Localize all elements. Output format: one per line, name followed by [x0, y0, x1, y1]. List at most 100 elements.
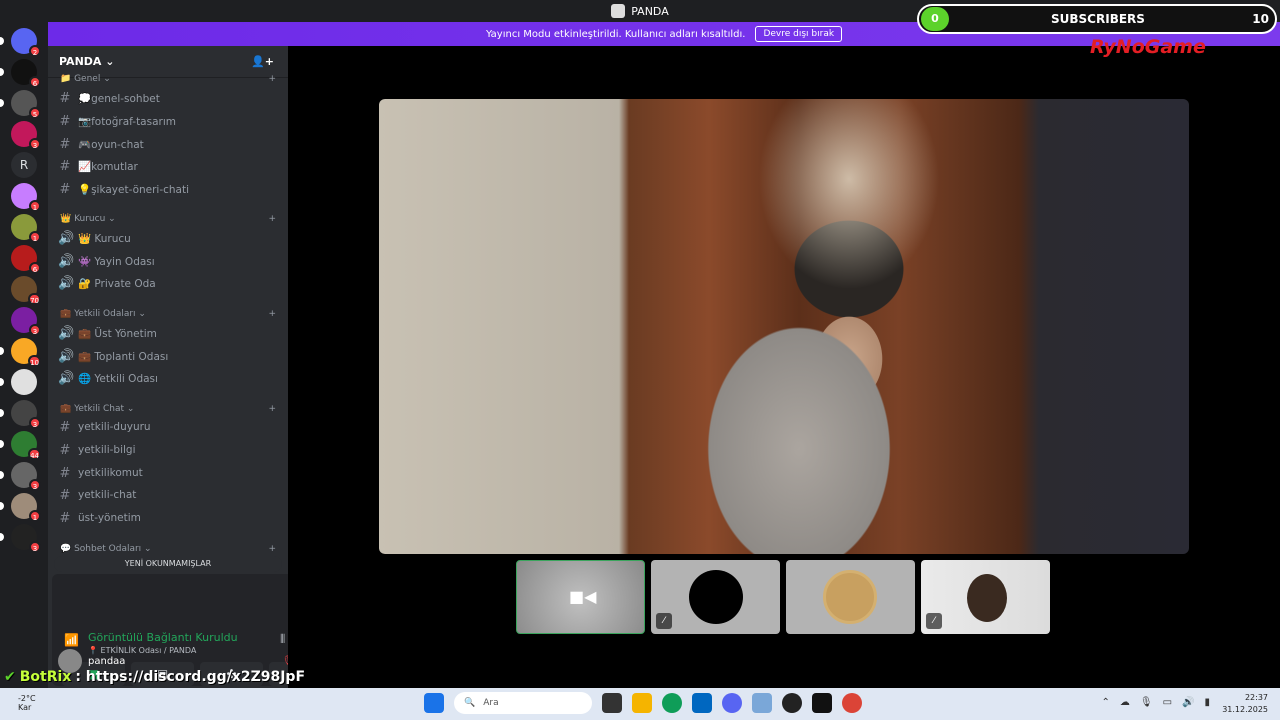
channel-item[interactable]: # 📈komutlar: [58, 156, 280, 176]
taskbar-apps: 🔍 Ara: [424, 692, 862, 714]
channel-item[interactable]: # yetkili-duyuru: [58, 417, 280, 437]
start-icon[interactable]: [424, 693, 444, 713]
category-genel[interactable]: 📁 Genel ⌄ +: [60, 74, 276, 84]
microphone-icon[interactable]: 🎙: [1140, 697, 1153, 708]
channel-item[interactable]: # 📷fotoğraf-tasarım: [58, 111, 280, 131]
noise-suppression-icon[interactable]: ⦀: [280, 632, 285, 647]
category-kurucu[interactable]: 👑 Kurucu ⌄ +: [60, 214, 276, 224]
participant-tile[interactable]: ■◀: [516, 560, 645, 634]
participant-tile[interactable]: ⁄: [651, 560, 780, 634]
server-icon[interactable]: 3: [11, 524, 41, 553]
new-unreads-pill[interactable]: YENİ OKUNMAMIŞLAR: [54, 556, 282, 572]
server-icon[interactable]: 6: [11, 245, 41, 274]
date: 31.12.2025: [1222, 705, 1268, 714]
main-video-feed[interactable]: [379, 99, 1189, 554]
channel-label: yetkili-chat: [78, 489, 137, 501]
discord-icon[interactable]: [722, 693, 742, 713]
participant-tile[interactable]: ⁄: [921, 560, 1050, 634]
channel-item[interactable]: # yetkili-chat: [58, 485, 280, 505]
server-icon[interactable]: R: [11, 152, 37, 178]
channel-label: 👑 Kurucu: [78, 232, 131, 245]
voice-status: Görüntülü Bağlantı Kuruldu: [88, 631, 238, 644]
hash-icon: #: [59, 158, 71, 174]
subscriber-goal-widget: 0 SUBSCRIBERS 10: [917, 4, 1277, 34]
category-sohbet-odalari[interactable]: 💬 Sohbet Odaları ⌄ +: [60, 544, 276, 554]
subscriber-count: 0: [921, 7, 949, 31]
settings-app-icon[interactable]: [752, 693, 772, 713]
channel-label: 🎮oyun-chat: [78, 138, 144, 151]
channel-item[interactable]: # 🎮oyun-chat: [58, 134, 280, 154]
channel-item[interactable]: # yetkilikomut: [58, 463, 280, 483]
voice-channel-item[interactable]: 🔊 💼 Toplanti Odası: [58, 346, 280, 366]
server-icon[interactable]: 1: [11, 214, 41, 243]
disable-streamer-mode-button[interactable]: Devre dışı bırak: [755, 26, 843, 42]
voice-channel-item[interactable]: 🔊 👾 Yayin Odası: [58, 251, 280, 271]
server-icon[interactable]: 3: [11, 400, 41, 429]
channel-label: 💼 Toplanti Odası: [78, 350, 169, 363]
search-box[interactable]: 🔍 Ara: [454, 692, 592, 714]
edge-icon[interactable]: [662, 693, 682, 713]
weather-widget[interactable]: -2°C Kar: [18, 694, 36, 712]
clock[interactable]: 22:37 31.12.2025: [1222, 692, 1268, 716]
channel-label: yetkilikomut: [78, 467, 143, 479]
server-icon[interactable]: 3: [11, 462, 41, 491]
server-icon[interactable]: [11, 369, 37, 395]
chrome-icon[interactable]: [842, 693, 862, 713]
volume-icon[interactable]: 🔊: [1182, 697, 1194, 708]
channel-label: 👾 Yayin Odası: [78, 255, 155, 268]
hash-icon: #: [59, 181, 71, 197]
task-view-icon[interactable]: [602, 693, 622, 713]
hash-icon: #: [59, 419, 71, 435]
server-icon[interactable]: 44: [11, 431, 41, 460]
obs-icon[interactable]: [782, 693, 802, 713]
system-tray: ⌃ ☁ 🎙 ▭ 🔊 ▮: [1101, 697, 1210, 708]
hash-icon: #: [59, 113, 71, 129]
invite-people-icon[interactable]: 👤+: [251, 55, 274, 68]
video-camera-icon: ■◀: [569, 587, 597, 606]
voice-channel-item[interactable]: 🔊 🌐 Yetkili Odası: [58, 368, 280, 388]
server-icon[interactable]: 1: [11, 493, 41, 522]
server-icon[interactable]: 3: [11, 307, 41, 336]
voice-channel-item[interactable]: 🔊 💼 Üst Yönetim: [58, 323, 280, 343]
category-yetkili-chat[interactable]: 💼 Yetkili Chat ⌄ +: [60, 404, 276, 414]
add-channel-icon[interactable]: +: [268, 74, 276, 84]
voice-channel-item[interactable]: 🔊 🔐 Private Oda: [58, 273, 280, 293]
participant-tile[interactable]: [786, 560, 915, 634]
search-placeholder: Ara: [483, 698, 499, 708]
channel-item[interactable]: # yetkili-bilgi: [58, 440, 280, 460]
mention-badge: 6: [29, 76, 41, 88]
channel-label: 💼 Üst Yönetim: [78, 327, 157, 340]
weather-condition: Kar: [18, 703, 32, 712]
hash-icon: #: [59, 487, 71, 503]
video-stage: ■◀ ⁄ ⁄: [288, 46, 1280, 688]
battery-icon[interactable]: ▮: [1204, 697, 1210, 708]
add-channel-icon[interactable]: +: [268, 309, 276, 319]
category-yetkili-odalari[interactable]: 💼 Yetkili Odaları ⌄ +: [60, 309, 276, 319]
unread-indicator: [0, 502, 4, 510]
file-explorer-icon[interactable]: [632, 693, 652, 713]
speaker-icon: 🔊: [58, 348, 75, 364]
channel-item[interactable]: # 💭genel-sohbet: [58, 88, 280, 108]
server-icon[interactable]: 3: [11, 121, 41, 150]
tiktok-icon[interactable]: [812, 693, 832, 713]
botrix-name: BotRix: [19, 669, 72, 685]
chevron-up-icon[interactable]: ⌃: [1101, 697, 1109, 708]
cloud-icon[interactable]: ☁: [1120, 697, 1130, 708]
add-channel-icon[interactable]: +: [268, 404, 276, 414]
channel-item[interactable]: # üst-yönetim: [58, 508, 280, 528]
server-icon[interactable]: 10: [11, 338, 41, 367]
store-icon[interactable]: [692, 693, 712, 713]
server-icon[interactable]: 2: [11, 28, 41, 57]
server-icon[interactable]: 6: [11, 59, 41, 88]
add-channel-icon[interactable]: +: [268, 544, 276, 554]
server-icon[interactable]: 5: [11, 90, 41, 119]
voice-channel-item[interactable]: 🔊 👑 Kurucu: [58, 228, 280, 248]
mention-badge: 1: [29, 231, 41, 243]
channel-item[interactable]: # 💡şikayet-öneri-chati: [58, 179, 280, 199]
channel-label: 🌐 Yetkili Odası: [78, 372, 158, 385]
network-icon[interactable]: ▭: [1163, 697, 1172, 708]
add-channel-icon[interactable]: +: [268, 214, 276, 224]
category-label: Kurucu: [74, 214, 106, 224]
server-icon[interactable]: 1: [11, 183, 41, 212]
server-icon[interactable]: 70: [11, 276, 41, 305]
